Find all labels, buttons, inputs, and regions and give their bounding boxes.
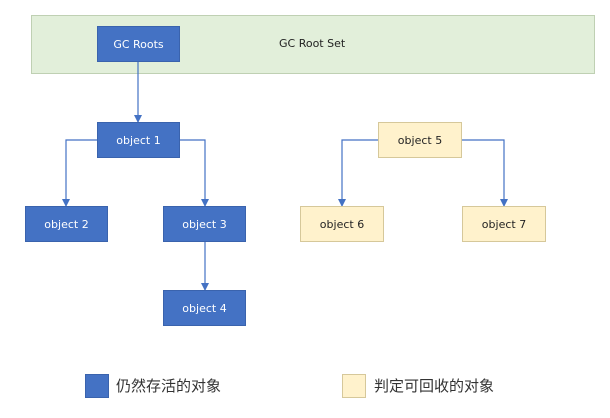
node-gc-roots: GC Roots	[97, 26, 180, 62]
arrow-object5-to-object7	[462, 139, 508, 207]
node-object-2: object 2	[25, 206, 108, 242]
arrow-object1-to-object2	[62, 139, 97, 207]
legend-live-label: 仍然存活的对象	[116, 377, 222, 395]
arrow-object5-to-object6	[338, 139, 378, 207]
legend-live-swatch	[85, 374, 109, 398]
node-object-4: object 4	[163, 290, 246, 326]
node-object-3: object 3	[163, 206, 246, 242]
node-object-6: object 6	[300, 206, 384, 242]
node-object-1: object 1	[97, 122, 180, 158]
arrow-object1-to-object3	[180, 139, 209, 207]
node-object-5: object 5	[378, 122, 462, 158]
legend-dead-label: 判定可回收的对象	[374, 377, 495, 395]
legend-dead-swatch	[342, 374, 366, 398]
node-object-7: object 7	[462, 206, 546, 242]
